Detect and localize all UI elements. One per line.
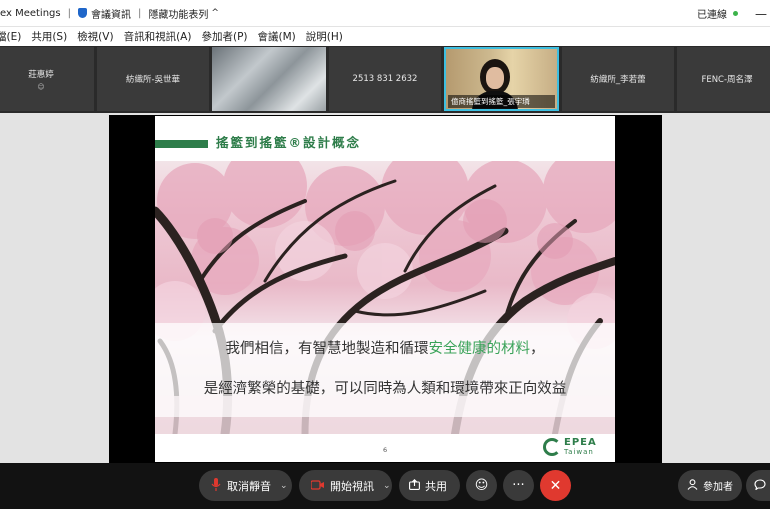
menu-audio-video[interactable]: 音訊和視訊(A) xyxy=(124,29,192,44)
reactions-button[interactable]: ☺ xyxy=(466,470,497,501)
cherry-blossom-photo: 我們相信，有智慧地製造和循環安全健康的材料， 是經濟繁榮的基礎，可以同時為人類和… xyxy=(155,161,615,434)
content-stage: 搖籃到搖籃®設計概念 我們相信，有智慧地製造和循環安全健康的材料， 是經濟繁榮的… xyxy=(0,113,770,463)
speaker-face xyxy=(486,67,504,89)
highlighted-text: 安全健康的材料 xyxy=(428,341,531,357)
chevron-down-icon[interactable]: ⌄ xyxy=(280,481,288,491)
active-speaker-tile[interactable]: 億商搖籃到搖籃_張宇璘 xyxy=(444,47,559,111)
participant-name: 紡織所_李若蕾 xyxy=(590,75,646,85)
share-icon xyxy=(409,478,420,493)
participant-tile[interactable]: 莊惠婷 ☺ xyxy=(0,47,94,111)
connection-dot-icon xyxy=(733,11,738,16)
slide-title: 搖籃到搖籃®設計概念 xyxy=(216,135,362,150)
slide-thumbnail-image xyxy=(212,47,326,111)
caret-up-icon: ^ xyxy=(211,8,219,18)
title-bar-right: 已連線 — xyxy=(697,0,770,27)
participant-name: 莊惠婷 xyxy=(28,69,54,80)
chevron-down-icon[interactable]: ⌄ xyxy=(383,481,391,491)
hide-menu-bar-button[interactable]: 隱藏功能表列 ^ xyxy=(148,6,219,21)
menu-view[interactable]: 檢視(V) xyxy=(77,29,113,44)
participant-name: 億商搖籃到搖籃_張宇璘 xyxy=(448,95,555,108)
shield-icon xyxy=(77,8,87,18)
menu-help[interactable]: 說明(H) xyxy=(306,29,343,44)
slide-page-number: 6 xyxy=(383,446,388,454)
participant-tile[interactable]: 2513 831 2632 xyxy=(329,47,441,111)
microphone-muted-icon xyxy=(211,477,221,494)
epea-logo-icon xyxy=(543,438,561,456)
slide-caption-line-1: 我們相信，有智慧地製造和循環安全健康的材料， xyxy=(225,341,545,357)
start-video-button[interactable]: 開始視訊 ⌄ xyxy=(299,470,392,501)
slide-title-accent-bar xyxy=(155,140,208,148)
leave-meeting-button[interactable]: ✕ xyxy=(540,470,571,501)
meeting-controls-bar: 取消靜音 ⌄ 開始視訊 ⌄ 共用 ☺ ··· ✕ 參加者 xyxy=(0,463,770,509)
share-button[interactable]: 共用 xyxy=(399,470,460,501)
shared-content-thumbnail[interactable] xyxy=(212,47,326,111)
participant-name: 2513 831 2632 xyxy=(352,74,418,84)
menu-file[interactable]: 檔(E) xyxy=(0,29,21,44)
slide-caption-line-2: 是經濟繁榮的基礎，可以同時為人類和環境帶來正向效益 xyxy=(203,381,567,397)
epea-logo: EPEA Taiwan xyxy=(543,438,597,456)
chat-button[interactable] xyxy=(746,470,770,501)
close-icon: ✕ xyxy=(549,477,562,494)
app-title: ex Meetings | xyxy=(0,7,71,19)
chat-bubble-icon xyxy=(754,478,766,493)
menu-share[interactable]: 共用(S) xyxy=(31,29,67,44)
person-icon xyxy=(687,478,698,493)
emoji-icon: ☺ xyxy=(474,478,489,493)
participants-strip: 莊惠婷 ☺ 紡織所-吳世華 2513 831 2632 億商搖籃到搖籃_張宇璘 … xyxy=(0,46,770,113)
menu-meeting[interactable]: 會議(M) xyxy=(258,29,296,44)
participant-tile[interactable]: 紡織所_李若蕾 xyxy=(562,47,674,111)
meeting-info-button[interactable]: 會議資訊 | xyxy=(77,6,148,21)
menu-bar: 檔(E) 共用(S) 檢視(V) 音訊和視訊(A) 參加者(P) 會議(M) 說… xyxy=(0,27,770,46)
participant-tile[interactable]: FENC-周名澤 xyxy=(677,47,770,111)
connection-status: 已連線 xyxy=(697,10,727,21)
menu-participants[interactable]: 參加者(P) xyxy=(201,29,247,44)
participant-status-icon: ☺ xyxy=(37,82,45,91)
participant-name: 紡織所-吳世華 xyxy=(125,75,181,85)
participants-button[interactable]: 參加者 xyxy=(678,470,742,501)
camera-off-icon xyxy=(310,479,324,493)
title-bar: ex Meetings | 會議資訊 | 隱藏功能表列 ^ 已連線 — xyxy=(0,0,770,27)
participant-tile[interactable]: 紡織所-吳世華 xyxy=(97,47,209,111)
slide-caption-band: 我們相信，有智慧地製造和循環安全健康的材料， 是經濟繁榮的基礎，可以同時為人類和… xyxy=(155,323,615,417)
participant-name: FENC-周名澤 xyxy=(701,75,753,85)
unmute-button[interactable]: 取消靜音 ⌄ xyxy=(199,470,292,501)
webex-meeting-window: ex Meetings | 會議資訊 | 隱藏功能表列 ^ 已連線 — 檔(E)… xyxy=(0,0,770,509)
more-icon: ··· xyxy=(512,478,525,493)
shared-slide: 搖籃到搖籃®設計概念 我們相信，有智慧地製造和循環安全健康的材料， 是經濟繁榮的… xyxy=(155,116,615,462)
more-options-button[interactable]: ··· xyxy=(503,470,534,501)
minimize-button[interactable]: — xyxy=(752,7,770,21)
